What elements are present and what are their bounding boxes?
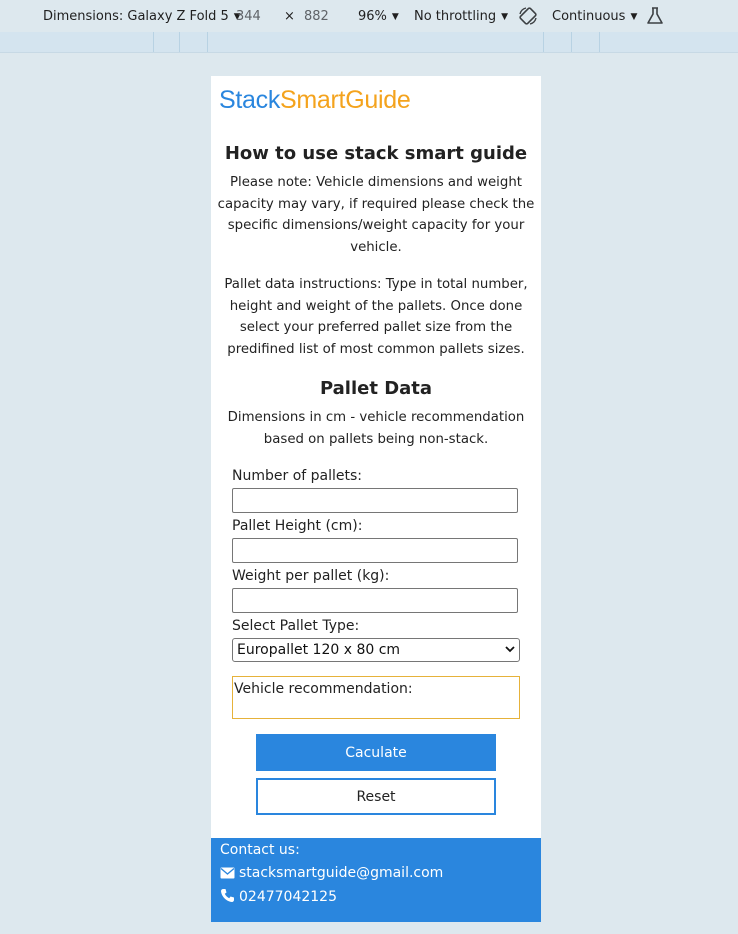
number-of-pallets-label: Number of pallets: xyxy=(232,468,362,484)
ruler-tick xyxy=(207,32,208,52)
device-label: Dimensions: Galaxy Z Fold 5 xyxy=(43,9,229,24)
ruler-tick xyxy=(179,32,180,52)
phone-icon xyxy=(221,889,234,902)
contact-phone: 02477042125 xyxy=(239,889,337,905)
zoom-dropdown[interactable]: 96% ▼ xyxy=(358,9,399,24)
chevron-down-icon: ▼ xyxy=(630,12,638,22)
mode-dropdown[interactable]: Continuous ▼ xyxy=(552,9,637,24)
logo-part-stack: Stack xyxy=(219,86,281,114)
ruler-tick xyxy=(599,32,600,52)
contact-phone-row[interactable]: 02477042125 xyxy=(220,888,337,905)
pallet-type-label: Select Pallet Type: xyxy=(232,618,360,634)
pallet-height-label: Pallet Height (cm): xyxy=(232,518,363,534)
device-viewport: StackSmartGuide How to use stack smart g… xyxy=(211,76,541,922)
throttling-dropdown[interactable]: No throttling ▼ xyxy=(414,9,508,24)
weight-per-pallet-input[interactable] xyxy=(232,588,518,613)
pallet-instructions: Pallet data instructions: Type in total … xyxy=(224,277,528,357)
height-input[interactable]: 882 xyxy=(304,9,329,24)
weight-per-pallet-label: Weight per pallet (kg): xyxy=(232,568,390,584)
number-of-pallets-input[interactable] xyxy=(232,488,518,513)
pallet-type-select[interactable]: Europallet 120 x 80 cm xyxy=(232,638,520,662)
devtools-device-toolbar: Dimensions: Galaxy Z Fold 5 ▼ 344 × 882 9… xyxy=(0,0,738,34)
zoom-label: 96% xyxy=(358,9,387,24)
pallet-type-selected: Europallet 120 x 80 cm xyxy=(237,642,401,658)
throttling-label: No throttling xyxy=(414,9,497,24)
ruler-tick xyxy=(153,32,154,52)
width-input[interactable]: 344 xyxy=(236,9,261,24)
device-dropdown[interactable]: Dimensions: Galaxy Z Fold 5 ▼ xyxy=(43,9,241,24)
pallet-data-title: Pallet Data xyxy=(319,378,433,399)
calculate-button[interactable]: Caculate xyxy=(256,734,496,771)
reset-button[interactable]: Reset xyxy=(256,778,496,815)
guide-title: How to use stack smart guide xyxy=(224,143,528,164)
dimension-separator: × xyxy=(284,9,295,24)
pallet-data-subtitle: Dimensions in cm - vehicle recommendatio… xyxy=(227,410,525,447)
logo-part-smartguide: SmartGuide xyxy=(280,86,411,114)
contact-heading: Contact us: xyxy=(220,842,300,858)
ruler-tick xyxy=(571,32,572,52)
vehicle-note: Please note: Vehicle dimensions and weig… xyxy=(217,175,535,255)
site-logo[interactable]: StackSmartGuide xyxy=(219,86,411,115)
media-query-ruler xyxy=(0,32,738,53)
envelope-icon xyxy=(220,867,235,879)
flask-icon[interactable] xyxy=(646,7,664,25)
vehicle-recommendation-box: Vehicle recommendation: xyxy=(232,676,520,719)
chevron-down-icon: ▼ xyxy=(391,12,399,22)
mode-label: Continuous xyxy=(552,9,626,24)
pallet-height-input[interactable] xyxy=(232,538,518,563)
contact-email: stacksmartguide@gmail.com xyxy=(239,865,444,881)
contact-email-row[interactable]: stacksmartguide@gmail.com xyxy=(220,865,443,881)
contact-footer: Contact us: stacksmartguide@gmail.com 02… xyxy=(211,838,541,922)
vehicle-recommendation-label: Vehicle recommendation: xyxy=(234,681,413,697)
ruler-tick xyxy=(543,32,544,52)
rotate-icon[interactable] xyxy=(518,6,538,26)
chevron-down-icon: ▼ xyxy=(501,12,508,22)
chevron-down-icon xyxy=(505,646,515,653)
